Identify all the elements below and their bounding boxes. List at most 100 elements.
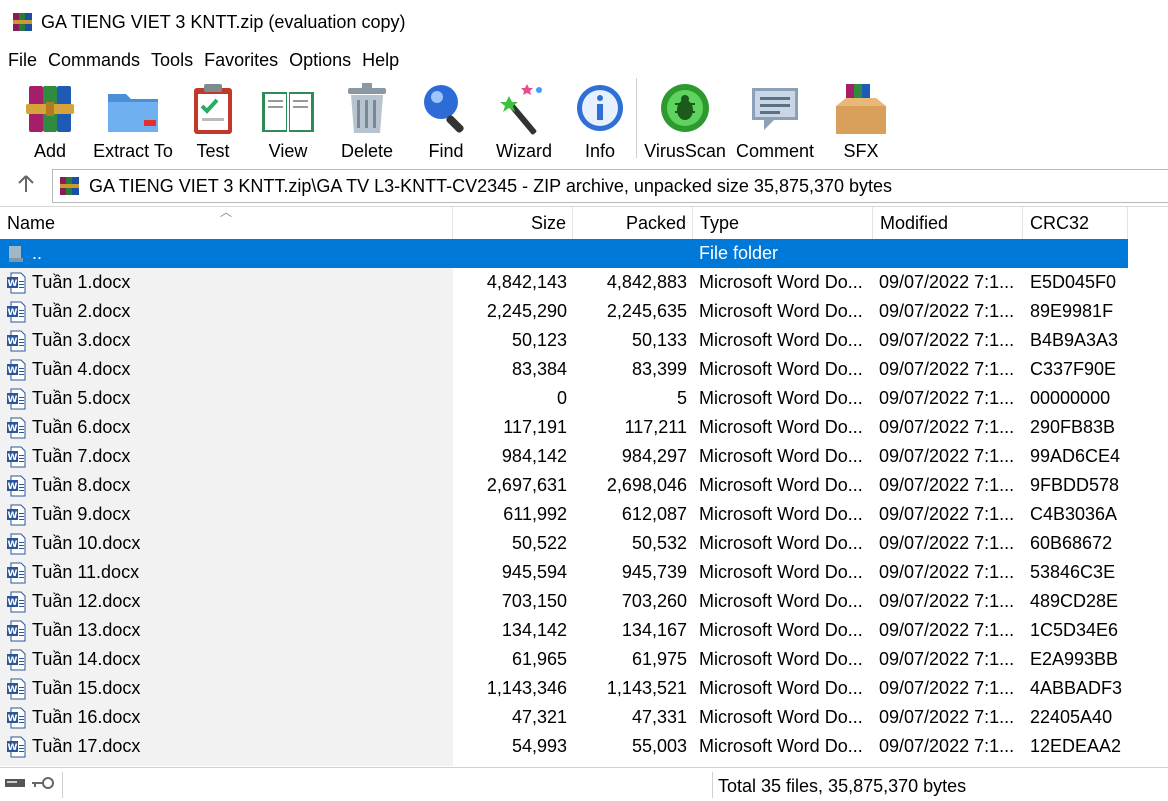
- find-button[interactable]: Find: [413, 76, 479, 162]
- column-name-label: Name: [7, 212, 56, 233]
- file-name-cell: W Tuần 8.docx: [0, 471, 453, 500]
- wizard-label: Wizard: [495, 141, 552, 161]
- file-row[interactable]: W Tuần 1.docx 4,842,143 4,842,883 Microsoft …: [0, 268, 1168, 297]
- file-row[interactable]: W Tuần 6.docx 117,191 117,211 Microsoft Word…: [0, 413, 1168, 442]
- file-row[interactable]: W Tuần 10.docx 50,522 50,532 Microsoft Word …: [0, 529, 1168, 558]
- svg-text:W: W: [8, 482, 18, 492]
- add-button[interactable]: Add: [17, 76, 83, 162]
- file-row[interactable]: W Tuần 5.docx 0 5 Microsoft Word Do... 09/07/…: [0, 384, 1168, 413]
- column-header-modified[interactable]: Modified: [873, 207, 1023, 239]
- menu-file[interactable]: File: [4, 50, 41, 71]
- file-packed: 945,739: [621, 562, 687, 582]
- file-name: Tuần 8.docx: [32, 475, 131, 495]
- file-row[interactable]: W Tuần 14.docx 61,965 61,975 Microsoft Word …: [0, 645, 1168, 674]
- file-name: Tuần 10.docx: [32, 533, 141, 553]
- file-name: Tuần 16.docx: [32, 707, 141, 727]
- word-doc-icon: W: [6, 591, 26, 613]
- file-row[interactable]: W Tuần 7.docx 984,142 984,297 Microsoft Word…: [0, 442, 1168, 471]
- status-divider-left: [62, 772, 63, 798]
- parent-folder-type: File folder: [699, 243, 779, 263]
- file-name-cell: W Tuần 5.docx: [0, 384, 453, 413]
- file-row[interactable]: W Tuần 11.docx 945,594 945,739 Microsoft Wor…: [0, 558, 1168, 587]
- column-type-label: Type: [700, 212, 740, 233]
- file-name: Tuần 7.docx: [32, 446, 131, 466]
- file-type: Microsoft Word Do...: [699, 562, 863, 582]
- file-name: Tuần 14.docx: [32, 649, 141, 669]
- file-crc: 00000000: [1030, 388, 1111, 408]
- key-icon: [30, 775, 56, 795]
- file-row[interactable]: W Tuần 12.docx 703,150 703,260 Microsoft Wor…: [0, 587, 1168, 616]
- file-row[interactable]: W Tuần 2.docx 2,245,290 2,245,635 Microsoft …: [0, 297, 1168, 326]
- svg-text:W: W: [8, 337, 18, 347]
- svg-text:W: W: [8, 685, 18, 695]
- file-packed: 1,143,521: [606, 678, 687, 698]
- up-arrow-icon[interactable]: [12, 170, 40, 198]
- file-row[interactable]: W Tuần 13.docx 134,142 134,167 Microsoft Wor…: [0, 616, 1168, 645]
- column-header-name[interactable]: Name ︿: [0, 207, 453, 239]
- view-button[interactable]: View: [255, 76, 321, 162]
- file-crc: 60B68672: [1030, 533, 1113, 553]
- test-button[interactable]: Test: [183, 76, 243, 162]
- file-size: 611,992: [503, 504, 567, 524]
- parent-packed-cell: [573, 239, 693, 268]
- file-packed: 55,003: [631, 736, 687, 756]
- trash-can-icon: [338, 80, 396, 138]
- file-name-cell: W Tuần 14.docx: [0, 645, 453, 674]
- file-type: Microsoft Word Do...: [699, 736, 863, 756]
- file-size: 134,142: [501, 620, 567, 640]
- file-packed: 134,167: [621, 620, 687, 640]
- info-button[interactable]: Info: [570, 76, 630, 162]
- comment-button[interactable]: Comment: [733, 76, 817, 162]
- svg-text:W: W: [8, 453, 18, 463]
- menu-tools[interactable]: Tools: [147, 50, 197, 71]
- status-divider: [712, 772, 713, 798]
- extract-to-button[interactable]: Extract To: [93, 76, 173, 162]
- file-crc: B4B9A3A3: [1030, 330, 1119, 350]
- file-crc: E2A993BB: [1030, 649, 1119, 669]
- virusscan-button[interactable]: VirusScan: [643, 76, 727, 162]
- file-packed: 612,087: [621, 504, 687, 524]
- magnifier-icon: [417, 80, 475, 138]
- delete-button[interactable]: Delete: [334, 76, 400, 162]
- file-crc: 290FB83B: [1030, 417, 1116, 437]
- menu-favorites[interactable]: Favorites: [200, 50, 282, 71]
- comment-label: Comment: [735, 141, 815, 161]
- archive-icon: [59, 175, 81, 197]
- file-row[interactable]: W Tuần 8.docx 2,697,631 2,698,046 Microsoft …: [0, 471, 1168, 500]
- folder-icon: [104, 80, 162, 138]
- file-modified: 09/07/2022 7:1...: [879, 359, 1015, 379]
- file-row[interactable]: W Tuần 16.docx 47,321 47,331 Microsoft Word …: [0, 703, 1168, 732]
- file-size: 61,965: [511, 649, 567, 669]
- file-size: 117,191: [503, 417, 567, 437]
- wizard-button[interactable]: Wizard: [491, 76, 557, 162]
- menu-help[interactable]: Help: [358, 50, 403, 71]
- add-label: Add: [33, 141, 67, 161]
- file-row[interactable]: W Tuần 3.docx 50,123 50,133 Microsoft Word D…: [0, 326, 1168, 355]
- column-header-crc32[interactable]: CRC32: [1023, 207, 1128, 239]
- file-name-cell: W Tuần 15.docx: [0, 674, 453, 703]
- column-header-packed[interactable]: Packed: [573, 207, 693, 239]
- speech-bubble-icon: [746, 80, 804, 138]
- word-doc-icon: W: [6, 533, 26, 555]
- file-row[interactable]: W Tuần 9.docx 611,992 612,087 Microsoft Word…: [0, 500, 1168, 529]
- file-row[interactable]: W Tuần 4.docx 83,384 83,399 Microsoft Word D…: [0, 355, 1168, 384]
- file-modified: 09/07/2022 7:1...: [879, 707, 1015, 727]
- sfx-button[interactable]: SFX: [823, 76, 899, 162]
- menu-options[interactable]: Options: [285, 50, 355, 71]
- address-row: GA TIENG VIET 3 KNTT.zip\GA TV L3-KNTT-C…: [0, 166, 1168, 206]
- file-size: 50,123: [511, 330, 567, 350]
- parent-folder-row[interactable]: .. File folder: [0, 239, 1128, 268]
- file-row[interactable]: W Tuần 17.docx 54,993 55,003 Microsoft Word …: [0, 732, 1168, 761]
- bug-shield-icon: [656, 80, 714, 138]
- status-total: Total 35 files, 35,875,370 bytes: [718, 776, 967, 796]
- file-type: Microsoft Word Do...: [699, 591, 863, 611]
- file-row[interactable]: W Tuần 15.docx 1,143,346 1,143,521 Microsoft…: [0, 674, 1168, 703]
- address-bar[interactable]: GA TIENG VIET 3 KNTT.zip\GA TV L3-KNTT-C…: [52, 169, 1168, 203]
- column-header-type[interactable]: Type: [693, 207, 873, 239]
- file-modified: 09/07/2022 7:1...: [879, 591, 1015, 611]
- file-name: Tuần 15.docx: [32, 678, 141, 698]
- file-crc: 22405A40: [1030, 707, 1113, 727]
- file-size: 0: [556, 388, 567, 408]
- menu-commands[interactable]: Commands: [44, 50, 144, 71]
- column-header-size[interactable]: Size: [453, 207, 573, 239]
